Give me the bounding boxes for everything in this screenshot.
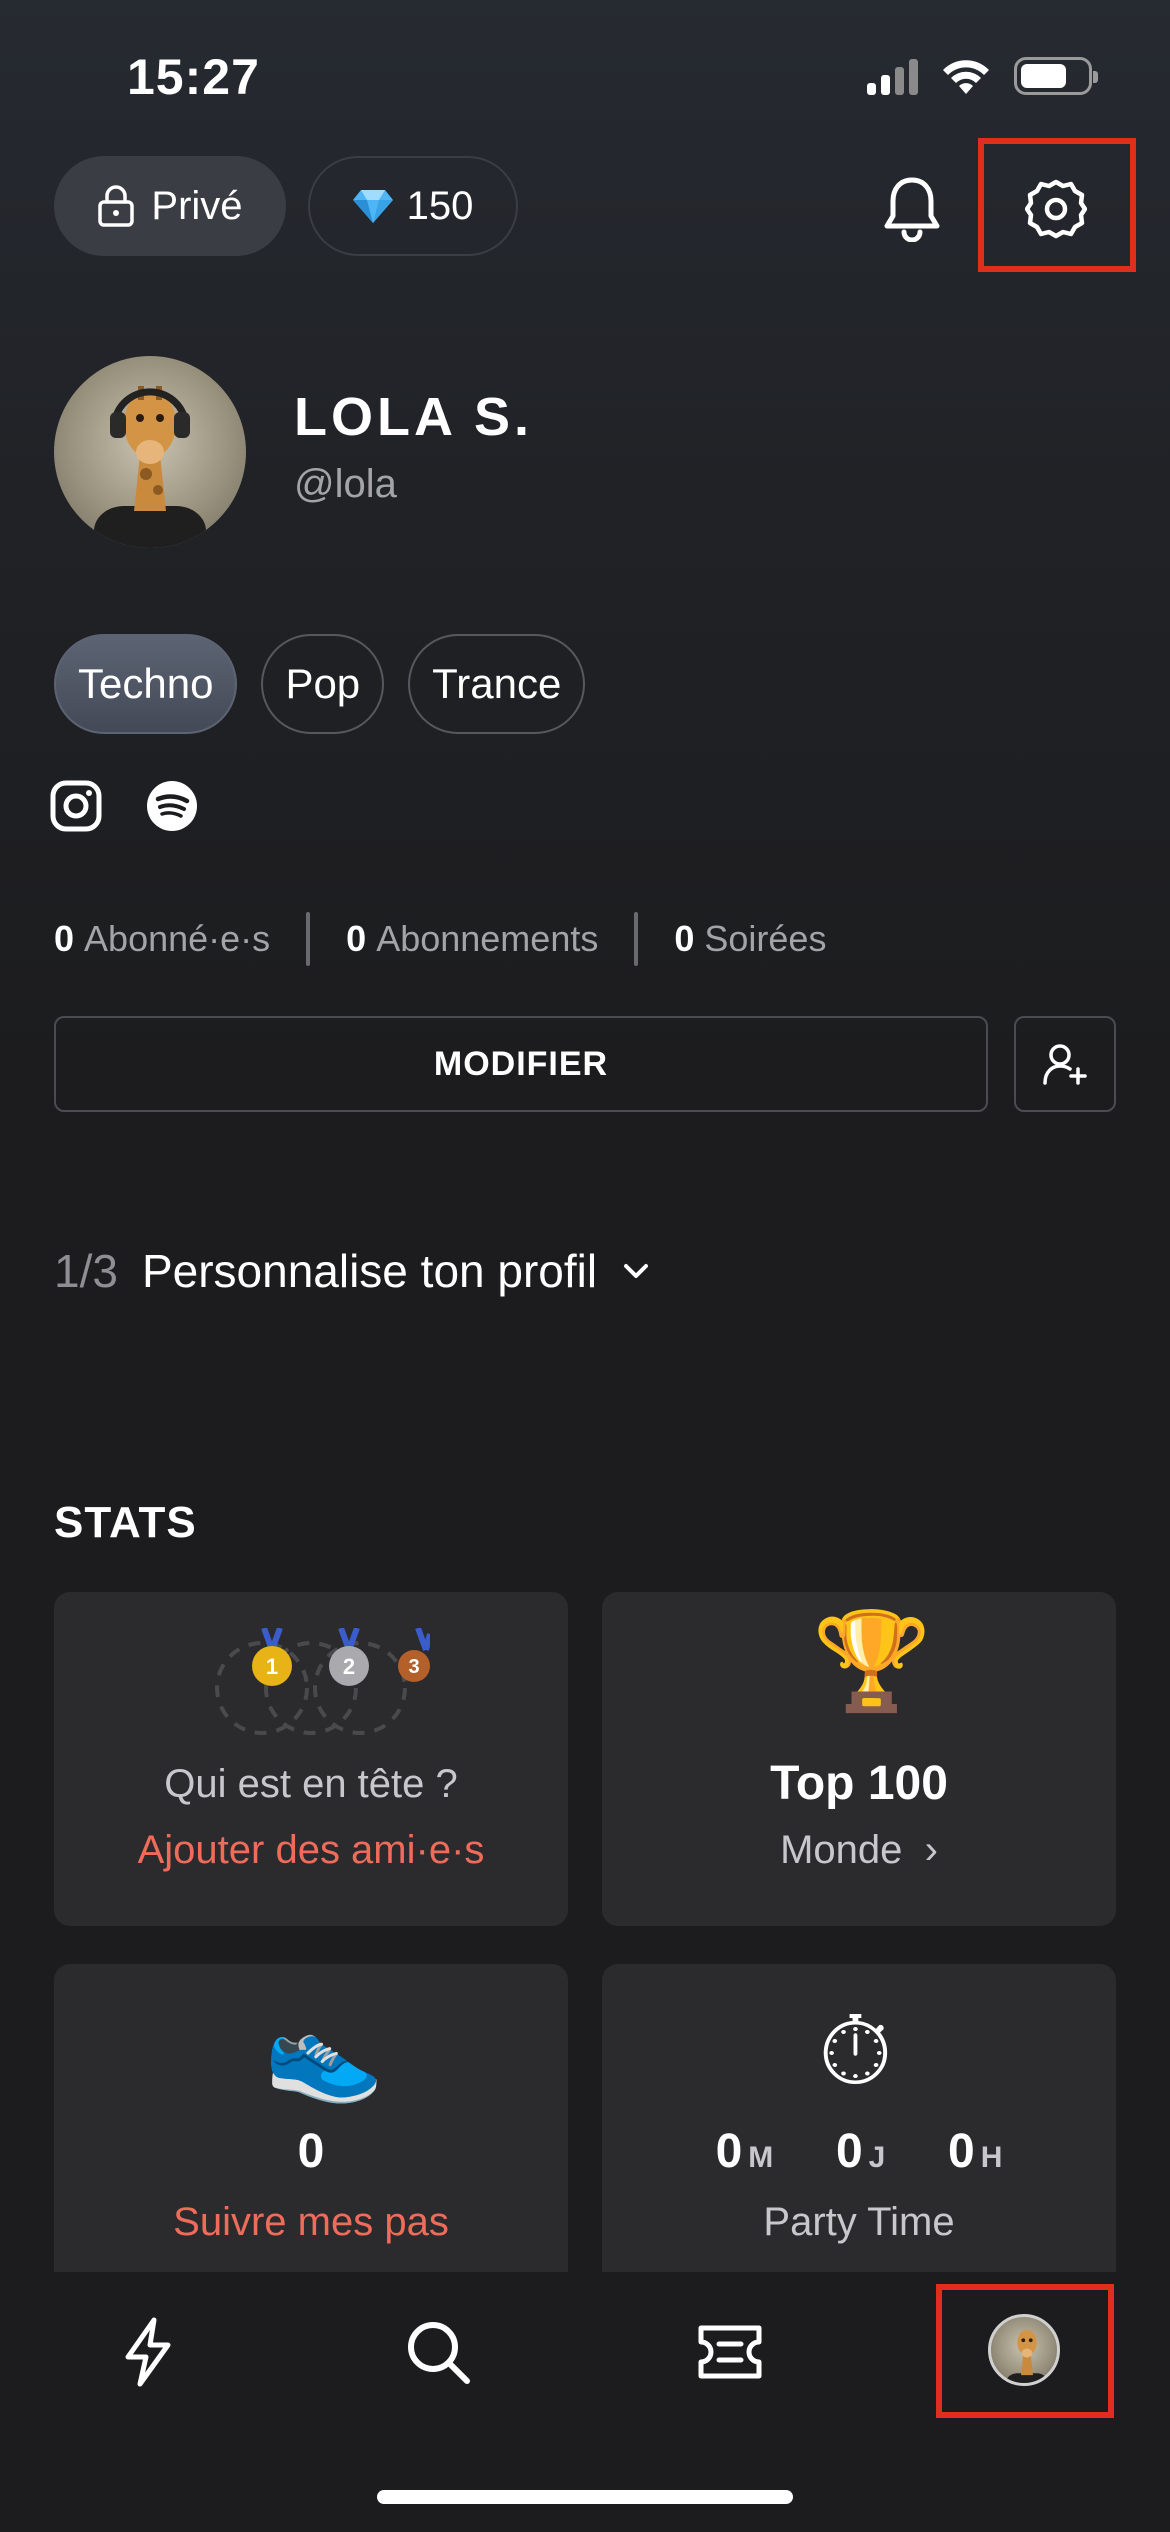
nav-search[interactable] (398, 2312, 478, 2392)
lock-icon (98, 185, 135, 227)
parties-count[interactable]: 0 Soirées (674, 918, 826, 960)
stats-title: STATS (54, 1498, 197, 1547)
search-icon (408, 2322, 470, 2384)
party-time-label: Party Time (763, 2200, 955, 2244)
gem-icon (352, 190, 393, 223)
svg-text:1: 1 (266, 1654, 278, 1679)
modify-profile-button[interactable]: MODIFIER (54, 1016, 988, 1112)
profile-avatar[interactable] (54, 356, 246, 548)
tag-techno[interactable]: Techno (54, 634, 238, 734)
top-100-card[interactable]: 🏆 Top 100 Monde › (602, 1592, 1116, 1926)
svg-text:3: 3 (408, 1656, 419, 1678)
settings-icon[interactable] (1025, 178, 1087, 240)
profile-handle: @lola (294, 462, 397, 506)
medals-icon: 1 2 3 (215, 1628, 430, 1735)
chevron-right-icon: › (924, 1828, 938, 1872)
trophy-globe-icon: 🏆 (812, 1608, 932, 1715)
signal-icon (867, 57, 918, 95)
add-user-icon (1043, 1044, 1087, 1085)
gems-balance[interactable]: 150 (308, 156, 518, 256)
leaderboard-card[interactable]: 1 2 3 Qui est en tête ? Ajouter des ami·… (54, 1592, 568, 1926)
personalize-profile-toggle[interactable]: 1/3 Personnalise ton profil (54, 1244, 651, 1298)
spotify-icon[interactable] (146, 780, 198, 832)
profile-name: LOLA S. (294, 387, 533, 447)
stopwatch-icon: ⏱ (818, 1998, 893, 2105)
svg-text:2: 2 (343, 1654, 355, 1679)
wifi-icon (943, 60, 989, 94)
personalize-label: Personnalise ton profil (141, 1245, 598, 1297)
track-steps-link[interactable]: Suivre mes pas (54, 2200, 568, 2245)
sneaker-icon: 👟 (264, 1998, 384, 2105)
add-friends-link[interactable]: Ajouter des ami·e·s (54, 1828, 568, 1873)
nav-feed[interactable] (108, 2312, 188, 2392)
nav-profile-avatar[interactable] (988, 2314, 1060, 2386)
add-friend-button[interactable] (1014, 1016, 1116, 1112)
home-indicator (377, 2490, 793, 2504)
steps-value: 0 (297, 2125, 325, 2178)
following-count[interactable]: 0 Abonnements (346, 918, 598, 960)
tag-trance[interactable]: Trance (408, 634, 586, 734)
steps-card[interactable]: 👟 0 Suivre mes pas (54, 1964, 568, 2298)
divider (634, 912, 639, 966)
divider (306, 912, 311, 966)
ticket-icon (698, 2325, 762, 2379)
party-time-values: 0M 0J 0H (715, 2125, 1003, 2178)
music-tags: Techno Pop Trance (54, 634, 586, 734)
top-scope[interactable]: Monde › (602, 1828, 1116, 1873)
personalize-progress: 1/3 (54, 1245, 118, 1297)
chevron-down-icon (624, 1264, 649, 1278)
status-time: 15:27 (127, 49, 260, 105)
privacy-label: Privé (151, 183, 243, 228)
followers-count[interactable]: 0 Abonné·e·s (54, 918, 270, 960)
leaderboard-question: Qui est en tête ? (164, 1762, 458, 1806)
social-links (50, 780, 198, 832)
profile-counts: 0 Abonné·e·s 0 Abonnements 0 Soirées (54, 912, 826, 966)
bolt-icon (125, 2317, 171, 2387)
privacy-toggle[interactable]: Privé (54, 156, 286, 256)
party-time-card[interactable]: ⏱ 0M 0J 0H Party Time (602, 1964, 1116, 2298)
top-title: Top 100 (770, 1757, 948, 1810)
nav-tickets[interactable] (690, 2312, 770, 2392)
gems-count: 150 (406, 183, 474, 228)
status-icons (867, 56, 1098, 96)
battery-icon (1014, 57, 1098, 95)
tag-pop[interactable]: Pop (261, 634, 385, 734)
instagram-icon[interactable] (50, 780, 102, 832)
giraffe-avatar-image (94, 386, 206, 548)
bell-icon[interactable] (882, 176, 942, 242)
